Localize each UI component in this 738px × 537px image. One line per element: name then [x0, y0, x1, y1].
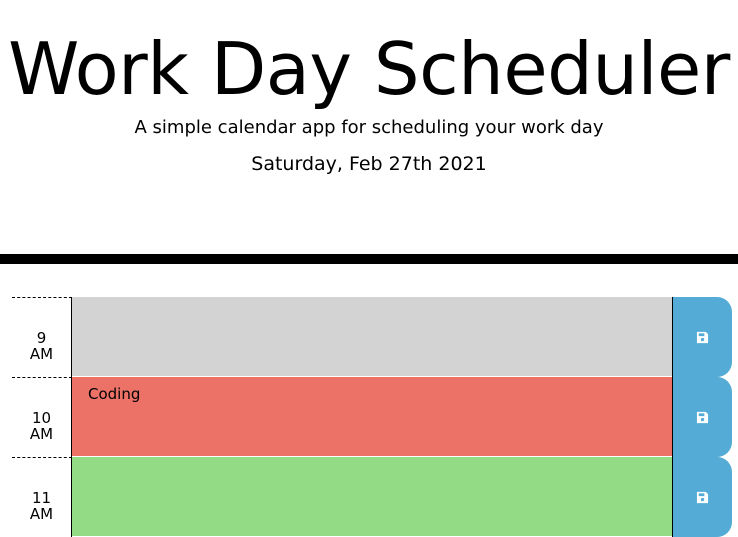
jumbotron-header: Work Day Scheduler A simple calendar app…: [0, 0, 738, 254]
hour-number: 9: [36, 329, 47, 347]
description-input[interactable]: [72, 297, 672, 377]
time-block-row-9am: 9 AM: [12, 297, 732, 377]
hour-label: 10 AM: [12, 377, 72, 457]
current-day: Saturday, Feb 27th 2021: [251, 153, 487, 175]
hour-suffix: AM: [29, 425, 54, 443]
hour-suffix: AM: [29, 505, 54, 523]
time-block-row-10am: 10 AM Coding: [12, 377, 732, 457]
save-icon: [696, 491, 709, 504]
description-input[interactable]: Coding: [72, 377, 672, 457]
description-input[interactable]: [72, 457, 672, 537]
page-title: Work Day Scheduler: [8, 27, 730, 111]
save-button[interactable]: [672, 457, 732, 537]
hour-suffix: AM: [29, 345, 54, 363]
hour-label: 11 AM: [12, 457, 72, 537]
timeblocks-container: 9 AM 10 AM Coding 11 AM: [12, 297, 732, 537]
save-button[interactable]: [672, 297, 732, 377]
save-button[interactable]: [672, 377, 732, 457]
page-subtitle: A simple calendar app for scheduling you…: [134, 117, 604, 138]
hour-number: 10: [31, 409, 52, 427]
save-icon: [696, 331, 709, 344]
header-divider: [0, 254, 738, 264]
save-icon: [696, 411, 709, 424]
hour-label: 9 AM: [12, 297, 72, 377]
hour-number: 11: [31, 489, 52, 507]
time-block-row-11am: 11 AM: [12, 457, 732, 537]
